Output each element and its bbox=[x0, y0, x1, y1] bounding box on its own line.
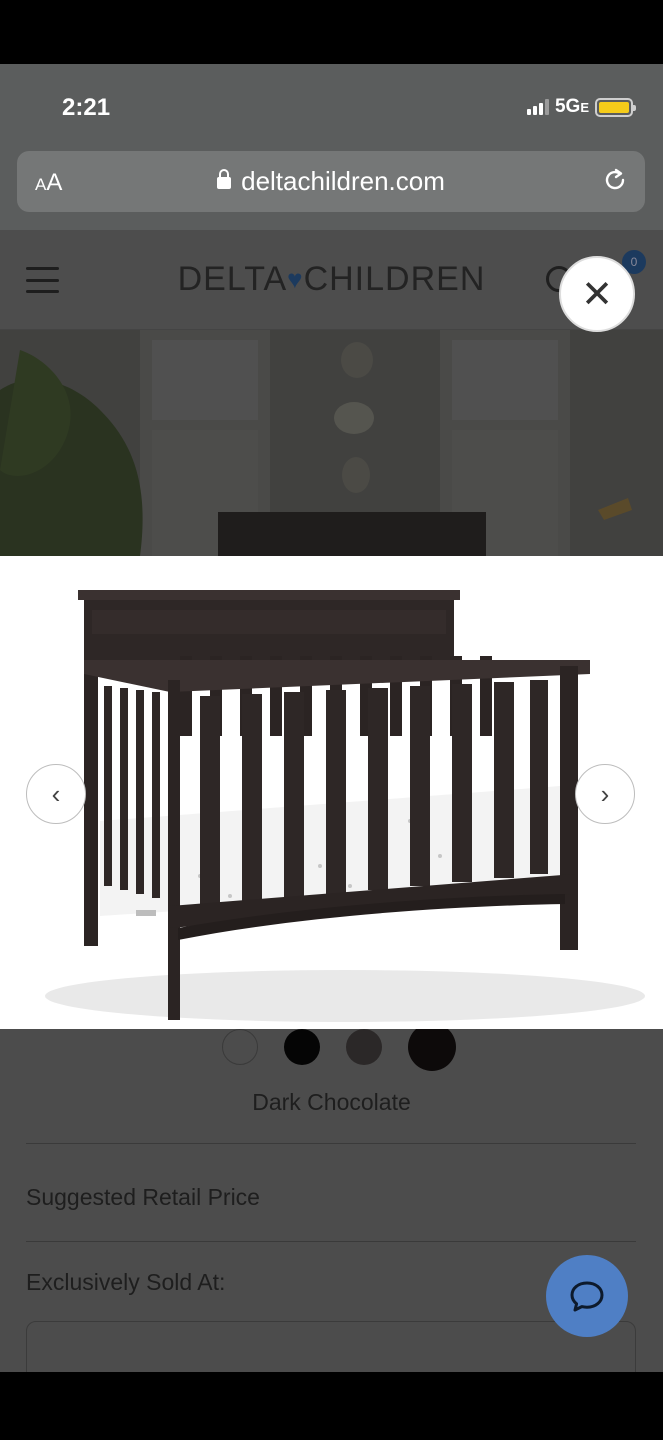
crib-image bbox=[45, 590, 645, 1022]
divider bbox=[26, 1241, 636, 1242]
battery-icon bbox=[595, 97, 636, 117]
status-indicators: 5GE bbox=[526, 96, 636, 118]
exclusively-sold-at-label: Exclusively Sold At: bbox=[26, 1269, 226, 1295]
lock-icon bbox=[217, 169, 232, 189]
swatch-gray[interactable] bbox=[346, 1029, 382, 1065]
chevron-right-icon: › bbox=[600, 778, 610, 809]
retailer-box[interactable] bbox=[26, 1321, 636, 1372]
signal-icon bbox=[526, 99, 549, 115]
address-bar[interactable]: AA deltachildren.com bbox=[17, 151, 645, 212]
status-time: 2:21 bbox=[62, 94, 111, 121]
divider bbox=[26, 1143, 636, 1144]
selected-color-name: Dark Chocolate bbox=[252, 1089, 411, 1115]
gallery-next-button[interactable]: › bbox=[575, 764, 635, 824]
url-display[interactable]: deltachildren.com bbox=[17, 166, 645, 197]
top-bezel bbox=[0, 0, 663, 64]
network-label: 5GE bbox=[554, 96, 589, 117]
browser-chrome: 2:21 5GE AA deltachildren.com bbox=[0, 64, 663, 230]
color-swatches bbox=[222, 1029, 456, 1071]
url-text: deltachildren.com bbox=[241, 166, 445, 196]
hero-room-image bbox=[0, 330, 663, 556]
chevron-left-icon: ‹ bbox=[51, 778, 61, 809]
swatch-white[interactable] bbox=[222, 1029, 258, 1065]
suggested-retail-price-label: Suggested Retail Price bbox=[26, 1184, 260, 1210]
close-icon: ✕ bbox=[581, 273, 613, 316]
product-image[interactable] bbox=[0, 556, 663, 1029]
gallery-prev-button[interactable]: ‹ bbox=[26, 764, 86, 824]
swatch-dark-chocolate[interactable] bbox=[408, 1029, 456, 1071]
chat-bubble-icon bbox=[570, 1281, 604, 1312]
chat-button[interactable] bbox=[546, 1255, 628, 1337]
reload-icon[interactable] bbox=[601, 166, 629, 194]
bottom-bezel bbox=[0, 1372, 663, 1440]
swatch-black[interactable] bbox=[284, 1029, 320, 1065]
room-illustration bbox=[0, 330, 663, 556]
close-gallery-button[interactable]: ✕ bbox=[559, 256, 635, 332]
